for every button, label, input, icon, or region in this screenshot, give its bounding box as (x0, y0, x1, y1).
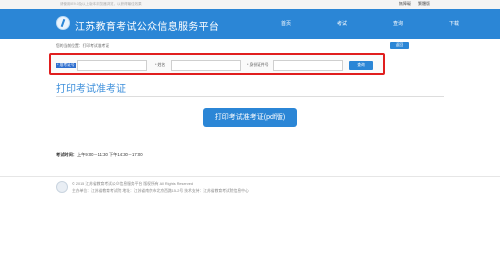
query-button[interactable]: 查询 (349, 61, 373, 70)
footer-divider (0, 176, 500, 177)
name-label: * 姓名 (155, 63, 166, 67)
top-strip: 请使用IE9.0及以上版本浏览器浏览，以获得最佳效果 無障礙 繁體版 (0, 0, 500, 9)
site-title[interactable]: 江苏教育考试公众信息服务平台 (75, 18, 219, 33)
nav-item-exams[interactable]: 考试 (314, 9, 370, 39)
exam-time-value: 上午9:00－11:30 下午14:30－17:00 (76, 152, 143, 157)
search-form: * 准考证号 * 姓名 * 身份证件号 查询 (49, 53, 385, 75)
print-admission-ticket-button[interactable]: 打印考试准考证(pdf版) (203, 108, 297, 127)
footer-logo-icon (56, 181, 68, 193)
nav-item-query[interactable]: 查询 (370, 9, 426, 39)
traditional-chinese-link[interactable]: 繁體版 (418, 1, 430, 6)
footer-address: 主办单位：江苏省教育考试院 地址：江苏省南京市北京西路15-2号 技术支持：江苏… (72, 189, 249, 193)
id-number-label: * 身份证件号 (247, 63, 269, 67)
nav-item-download[interactable]: 下载 (426, 9, 482, 39)
admission-number-input[interactable] (77, 60, 147, 71)
name-input[interactable] (171, 60, 241, 71)
exam-time-label: 考试时间： (56, 152, 77, 157)
exam-time: 考试时间：上午9:00－11:30 下午14:30－17:00 (56, 152, 143, 158)
footer-copyright: © 2015 江苏省教育考试公众信息服务平台 版权所有 All Rights R… (72, 182, 193, 186)
main-nav: 首页 考试 查询 下载 (258, 9, 482, 39)
site-header: 江苏教育考试公众信息服务平台 首页 考试 查询 下载 (0, 9, 500, 39)
nav-item-home[interactable]: 首页 (258, 9, 314, 39)
section-divider (56, 96, 444, 97)
accessibility-link[interactable]: 無障礙 (399, 1, 411, 6)
admission-number-label: * 准考证号 (56, 63, 76, 68)
section-title: 打印考试准考证 (56, 84, 126, 95)
back-button[interactable]: 返回 (390, 42, 409, 49)
breadcrumb: 您的当前位置：打印考试准考证 (56, 44, 110, 48)
id-number-input[interactable] (273, 60, 343, 71)
top-links: 無障礙 繁體版 (393, 1, 430, 7)
browser-notice: 请使用IE9.0及以上版本浏览器浏览，以获得最佳效果 (60, 2, 142, 6)
site-logo-icon[interactable] (56, 16, 70, 30)
